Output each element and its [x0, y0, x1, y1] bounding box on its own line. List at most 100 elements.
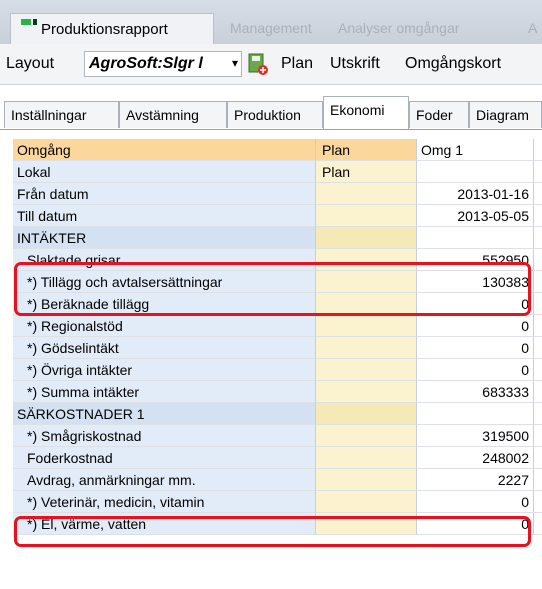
- grid-row[interactable]: *) Regionalstöd 0: [13, 315, 542, 337]
- value-cell[interactable]: 319500: [417, 425, 534, 447]
- plan-cell[interactable]: [316, 205, 417, 227]
- plan-cell[interactable]: [316, 447, 417, 469]
- app-icon-accent: [33, 19, 37, 25]
- empty-cell: [534, 337, 542, 359]
- empty-cell: [534, 161, 542, 183]
- report-grid: Omgång Plan Omg 1 Lokal Plan Från datum 2013-0…: [13, 139, 542, 535]
- row-label: *) Smågriskostnad: [13, 425, 316, 447]
- value-cell[interactable]: 0: [417, 337, 534, 359]
- plan-cell[interactable]: Plan: [316, 161, 417, 183]
- grid-row[interactable]: Lokal Plan: [13, 161, 542, 183]
- grid-header-row[interactable]: Omgång Plan Omg 1: [13, 139, 542, 161]
- row-label: *) Beräknade tillägg: [13, 293, 316, 315]
- plan-cell[interactable]: [316, 403, 417, 425]
- row-label: Omgång: [13, 139, 316, 161]
- value-cell[interactable]: Omg 1: [417, 139, 534, 161]
- row-label: Foderkostnad: [13, 447, 316, 469]
- window-title: Produktionsrapport: [41, 21, 168, 38]
- empty-cell: [534, 381, 542, 403]
- grid-row[interactable]: *) Veterinär, medicin, vitamin 0: [13, 491, 542, 513]
- value-cell[interactable]: 2013-05-05: [417, 205, 534, 227]
- plan-cell[interactable]: [316, 359, 417, 381]
- grid-row[interactable]: *) Smågriskostnad 319500: [13, 425, 542, 447]
- plan-cell[interactable]: [316, 227, 417, 249]
- app-icon: [21, 19, 31, 25]
- empty-cell: [534, 271, 542, 293]
- tab-produktion[interactable]: Produktion: [227, 101, 323, 128]
- plan-cell[interactable]: [316, 293, 417, 315]
- grid-section-row[interactable]: INTÄKTER: [13, 227, 542, 249]
- plan-cell[interactable]: [316, 249, 417, 271]
- empty-cell: [534, 315, 542, 337]
- value-cell[interactable]: [417, 161, 534, 183]
- empty-cell: [534, 293, 542, 315]
- grid-row[interactable]: Slaktade grisar 552950: [13, 249, 542, 271]
- grid-row[interactable]: *) Beräknade tillägg 0: [13, 293, 542, 315]
- value-cell[interactable]: 0: [417, 513, 534, 535]
- value-cell[interactable]: 683333: [417, 381, 534, 403]
- plan-cell[interactable]: [316, 491, 417, 513]
- value-cell[interactable]: 0: [417, 315, 534, 337]
- tab-strip: Inställningar Avstämning Produktion Ekon…: [0, 95, 542, 130]
- row-label: *) El, värme, vatten: [13, 513, 316, 535]
- value-cell[interactable]: 2013-01-16: [417, 183, 534, 205]
- utskrift-button[interactable]: Utskrift: [330, 55, 380, 73]
- row-label: SÄRKOSTNADER 1: [13, 403, 316, 425]
- empty-cell: [534, 227, 542, 249]
- grid-row[interactable]: *) Övriga intäkter 0: [13, 359, 542, 381]
- grid-row[interactable]: *) Gödselintäkt 0: [13, 337, 542, 359]
- value-cell[interactable]: 130383: [417, 271, 534, 293]
- value-cell[interactable]: 0: [417, 359, 534, 381]
- grid-row[interactable]: Från datum 2013-01-16: [13, 183, 542, 205]
- window-tab-more[interactable]: A: [528, 20, 537, 40]
- tab-foder[interactable]: Foder: [409, 101, 469, 128]
- window-tab-analyser[interactable]: Analyser omgångar: [338, 20, 459, 40]
- save-layout-icon[interactable]: [246, 52, 270, 76]
- value-cell[interactable]: 0: [417, 491, 534, 513]
- plan-cell[interactable]: [316, 425, 417, 447]
- plan-cell[interactable]: [316, 469, 417, 491]
- empty-cell: [534, 205, 542, 227]
- grid-row[interactable]: *) El, värme, vatten 0: [13, 513, 542, 535]
- plan-cell[interactable]: [316, 337, 417, 359]
- row-label: *) Summa intäkter: [13, 381, 316, 403]
- layout-label: Layout: [6, 55, 55, 72]
- toolbar: Layout AgroSoft:Slgr l ▾ Plan Utskrift O…: [0, 44, 542, 85]
- grid-row[interactable]: Till datum 2013-05-05: [13, 205, 542, 227]
- tab-avstamning[interactable]: Avstämning: [119, 101, 227, 128]
- tab-installningar[interactable]: Inställningar: [4, 101, 119, 128]
- row-label: *) Regionalstöd: [13, 315, 316, 337]
- value-cell[interactable]: [417, 403, 534, 425]
- value-cell[interactable]: 248002: [417, 447, 534, 469]
- empty-cell: [534, 491, 542, 513]
- window-tab-produktionsrapport[interactable]: Produktionsrapport: [10, 13, 214, 44]
- grid-row[interactable]: Foderkostnad 248002: [13, 447, 542, 469]
- grid-row[interactable]: *) Summa intäkter 683333: [13, 381, 542, 403]
- plan-cell[interactable]: [316, 271, 417, 293]
- plan-cell[interactable]: [316, 513, 417, 535]
- value-cell[interactable]: [417, 227, 534, 249]
- value-cell[interactable]: 0: [417, 293, 534, 315]
- plan-cell[interactable]: Plan: [316, 139, 417, 161]
- plan-cell[interactable]: [316, 315, 417, 337]
- tab-ekonomi[interactable]: Ekonomi: [323, 96, 409, 129]
- plan-cell[interactable]: [316, 183, 417, 205]
- grid-section-row[interactable]: SÄRKOSTNADER 1: [13, 403, 542, 425]
- tab-diagram[interactable]: Diagram: [469, 101, 542, 128]
- row-label: *) Övriga intäkter: [13, 359, 316, 381]
- empty-cell: [534, 513, 542, 535]
- value-cell[interactable]: 552950: [417, 249, 534, 271]
- value-cell[interactable]: 2227: [417, 469, 534, 491]
- window-tab-management[interactable]: Management: [230, 20, 312, 40]
- grid-row[interactable]: Avdrag, anmärkningar mm. 2227: [13, 469, 542, 491]
- omgangskort-button[interactable]: Omgångskort: [405, 55, 501, 73]
- layout-select[interactable]: AgroSoft:Slgr l ▾: [84, 51, 242, 77]
- plan-button[interactable]: Plan: [281, 55, 313, 73]
- row-label: Slaktade grisar: [13, 249, 316, 271]
- plan-cell[interactable]: [316, 381, 417, 403]
- grid-row[interactable]: *) Tillägg och avtalsersättningar 130383: [13, 271, 542, 293]
- row-label: INTÄKTER: [13, 227, 316, 249]
- chevron-down-icon: ▾: [231, 56, 238, 70]
- row-label: Lokal: [13, 161, 316, 183]
- title-bar: Produktionsrapport Management Analyser o…: [0, 0, 542, 44]
